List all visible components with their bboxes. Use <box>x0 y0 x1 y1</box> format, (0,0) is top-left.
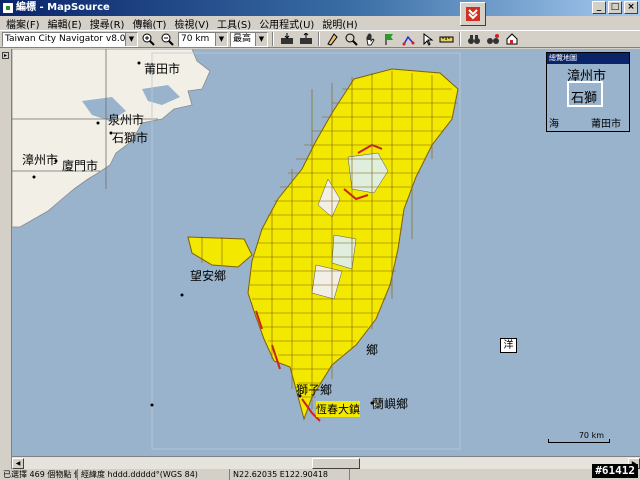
receive-from-device-button[interactable] <box>278 31 295 47</box>
map-left-strip: ▸ <box>0 49 12 469</box>
menu-tools[interactable]: 工具(S) <box>213 16 255 31</box>
window-controls: _ □ × <box>592 1 638 14</box>
menu-view[interactable]: 檢視(V) <box>170 16 213 31</box>
overview-map-panel[interactable]: 總覽地圖 漳州市 石獅 海 莆田市 <box>546 52 630 132</box>
chevron-down-icon: ▼ <box>215 32 227 46</box>
ocean-label: 洋 <box>500 338 517 353</box>
double-chevron-down-icon <box>466 7 480 21</box>
status-coordinates: N22.62035 E122.90418 <box>230 469 350 480</box>
map-horizontal-scrollbar[interactable]: ◀ ▶ <box>12 456 640 469</box>
overview-label-sea: 海 <box>549 119 559 130</box>
detail-level-select[interactable]: 最高 ▼ <box>230 31 268 47</box>
binoculars-icon <box>467 35 480 44</box>
find-nearby-button[interactable] <box>484 31 501 47</box>
zoom-out-icon <box>161 33 174 46</box>
zoom-level-value: 70 km <box>181 33 210 44</box>
mainland-landmass <box>12 49 211 228</box>
chevron-down-icon: ▼ <box>125 32 137 46</box>
menu-file[interactable]: 檔案(F) <box>2 16 44 31</box>
map-canvas[interactable]: 莆田市 泉州市 石獅市 漳州市 廈門市 望安鄉 鄉 獅子鄉 蘭嶼鄉 恆春大鎮 洋… <box>0 49 640 469</box>
maximize-button[interactable]: □ <box>608 1 622 14</box>
ruler-icon <box>439 36 454 42</box>
map-product-value: Taiwan City Navigator v8.02 <box>5 33 132 44</box>
binoculars-pin-icon <box>486 34 499 44</box>
zoom-in-button[interactable] <box>140 31 157 47</box>
map-tool-button[interactable] <box>324 31 341 47</box>
route-icon <box>402 35 415 45</box>
send-to-device-button[interactable] <box>297 31 314 47</box>
park-area <box>331 234 357 270</box>
menu-bar: 檔案(F) 編輯(E) 搜尋(R) 傳輸(T) 檢視(V) 工具(S) 公用程式… <box>0 16 640 31</box>
toolbar-separator <box>459 32 461 46</box>
device-send-icon <box>299 33 312 44</box>
status-bar: 已選擇 469 個物點 個 經緯度 hddd.ddddd°(WGS 84) N2… <box>0 469 640 480</box>
close-button[interactable]: × <box>624 1 638 14</box>
penghu-poi-cluster <box>187 236 253 268</box>
detail-level-value: 最高 <box>233 33 252 44</box>
distance-tool-button[interactable] <box>438 31 455 47</box>
find-address-button[interactable] <box>503 31 520 47</box>
zoom-tool-button[interactable] <box>343 31 360 47</box>
map-label-shizi: 獅子鄉 <box>296 383 333 397</box>
zoom-in-icon <box>142 33 155 46</box>
map-label-putian: 莆田市 <box>144 62 181 76</box>
magnifier-icon <box>345 33 358 46</box>
arrow-pointer-icon <box>423 32 434 46</box>
zoom-level-select[interactable]: 70 km ▼ <box>178 31 228 47</box>
map-label-wangan: 望安鄉 <box>190 269 227 283</box>
map-tool-icon <box>327 32 338 46</box>
overview-title: 總覽地圖 <box>547 53 629 64</box>
find-places-button[interactable] <box>465 31 482 47</box>
status-selection: 已選擇 469 個物點 個 <box>0 469 78 480</box>
title-bar: 編標 - MapSource _ □ × <box>0 0 640 16</box>
panel-toggle-icon[interactable]: ▸ <box>2 52 9 59</box>
overview-label-putian: 莆田市 <box>591 119 621 130</box>
map-label-hengchun: 恆春大鎮 <box>316 401 360 417</box>
menu-edit[interactable]: 編輯(E) <box>44 16 86 31</box>
map-label-xiamen: 廈門市 <box>62 159 99 173</box>
pan-tool-button[interactable] <box>362 31 379 47</box>
hand-icon <box>366 33 375 45</box>
map-label-township: 鄉 <box>366 343 379 357</box>
scale-bar: 70 km <box>548 431 610 445</box>
map-label-zhangzhou: 漳州市 <box>22 153 59 167</box>
map-product-select[interactable]: Taiwan City Navigator v8.02 ▼ <box>2 31 138 47</box>
menu-find[interactable]: 搜尋(R) <box>86 16 129 31</box>
device-receive-icon <box>280 33 293 44</box>
menu-utilities[interactable]: 公用程式(U) <box>255 16 318 31</box>
route-tool-button[interactable] <box>400 31 417 47</box>
toolbar-separator <box>272 32 274 46</box>
house-search-icon <box>506 33 517 45</box>
status-position-format: 經緯度 hddd.ddddd°(WGS 84) <box>78 469 230 480</box>
map-label-quanzhou: 泉州市 <box>108 113 145 127</box>
image-watermark: #61412 <box>592 464 638 478</box>
scroll-left-icon[interactable]: ◀ <box>12 458 24 469</box>
toolbar: Taiwan City Navigator v8.02 ▼ 70 km ▼ 最高… <box>0 30 640 48</box>
overview-viewport-frame[interactable] <box>567 81 603 107</box>
menu-help[interactable]: 說明(H) <box>318 16 361 31</box>
collapse-toggle-button[interactable] <box>460 2 486 26</box>
map-label-shishi: 石獅市 <box>112 131 149 145</box>
scale-line <box>548 439 610 443</box>
app-icon <box>2 2 14 14</box>
menu-transfer[interactable]: 傳輸(T) <box>128 16 170 31</box>
window-title: 編標 - MapSource <box>16 2 110 13</box>
minimize-button[interactable]: _ <box>592 1 606 14</box>
selection-tool-button[interactable] <box>419 31 436 47</box>
scrollbar-thumb[interactable] <box>312 458 360 469</box>
flag-icon <box>385 33 393 45</box>
toolbar-separator <box>318 32 320 46</box>
zoom-out-button[interactable] <box>159 31 176 47</box>
chevron-down-icon: ▼ <box>255 32 267 46</box>
waypoint-tool-button[interactable] <box>381 31 398 47</box>
map-label-lanyu: 蘭嶼鄉 <box>372 397 409 411</box>
